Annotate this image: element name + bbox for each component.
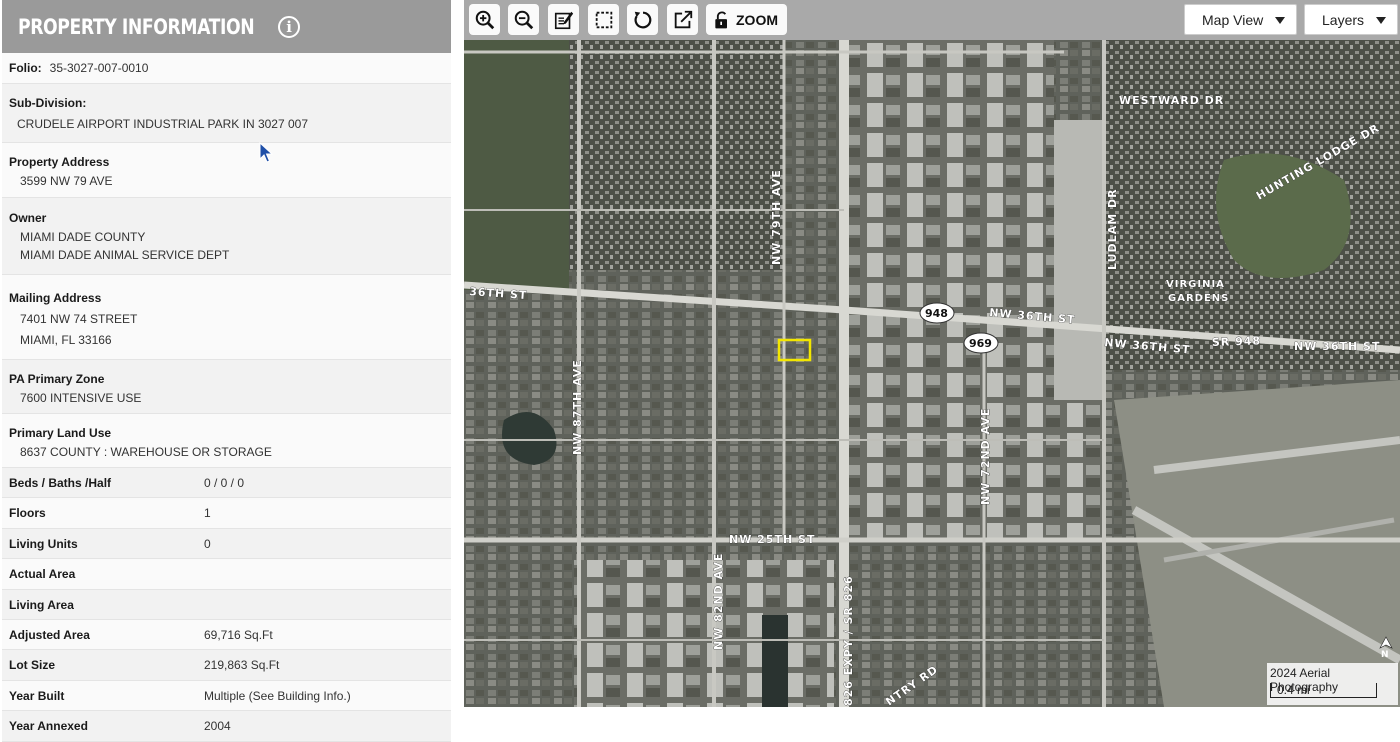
- subdivision-value: CRUDELE AIRPORT INDUSTRIAL PARK IN 3027 …: [17, 117, 308, 131]
- fact-row-lot-size: Lot Size 219,863 Sq.Ft: [2, 650, 451, 681]
- map-view-dropdown[interactable]: Map View: [1184, 4, 1297, 35]
- route-shield-label: 948: [925, 307, 948, 320]
- panel-title: PROPERTY INFORMATION: [18, 14, 255, 39]
- owner-line-2: MIAMI DADE ANIMAL SERVICE DEPT: [20, 248, 230, 262]
- fact-value: 0: [204, 536, 211, 551]
- edit-icon: [554, 11, 573, 29]
- fact-row-living-area: Living Area: [2, 590, 451, 620]
- map-area: ZOOM Map View Layers WESTWARD DR HUNTING…: [464, 0, 1400, 707]
- refresh-button[interactable]: [627, 4, 658, 35]
- street-label: 826 EXPY / SR 826: [842, 575, 855, 706]
- layers-dropdown[interactable]: Layers: [1304, 4, 1398, 35]
- property-address-row: Property Address 3599 NW 79 AVE: [2, 143, 451, 198]
- street-label: GARDENS: [1168, 293, 1229, 304]
- street-label: VIRGINIA: [1166, 279, 1225, 290]
- fact-label: Lot Size: [9, 658, 56, 672]
- fact-value: 69,716 Sq.Ft: [204, 627, 273, 642]
- info-icon[interactable]: i: [278, 15, 301, 38]
- chevron-down-icon: [1376, 17, 1386, 24]
- pa-zone-row: PA Primary Zone 7600 INTENSIVE USE: [2, 360, 451, 414]
- property-address-value: 3599 NW 79 AVE: [20, 174, 113, 188]
- subdivision-label: Sub-Division:: [9, 96, 87, 110]
- zoom-in-icon: [475, 10, 494, 29]
- mailing-line-2: MIAMI, FL 33166: [20, 333, 112, 347]
- aerial-map-svg: WESTWARD DR HUNTING LODGE DR LUDLAM DR N…: [464, 40, 1400, 707]
- mailing-address-label: Mailing Address: [9, 291, 102, 305]
- street-label: LUDLAM DR: [1106, 188, 1119, 270]
- mailing-address-row: Mailing Address 7401 NW 74 STREET MIAMI,…: [2, 275, 451, 360]
- map-view-label: Map View: [1202, 11, 1264, 28]
- zoom-lock-button[interactable]: ZOOM: [706, 4, 787, 35]
- fact-value: 1: [204, 506, 211, 520]
- owner-row: Owner MIAMI DADE COUNTY MIAMI DADE ANIMA…: [2, 198, 451, 275]
- fact-label: Floors: [9, 506, 46, 520]
- zoom-label: ZOOM: [736, 11, 778, 28]
- mouse-cursor-icon: [259, 142, 274, 163]
- fact-label: Living Area: [9, 597, 74, 612]
- fact-row-actual-area: Actual Area: [2, 559, 451, 590]
- street-label: NW 82ND AVE: [712, 553, 725, 650]
- fact-value: 219,863 Sq.Ft: [204, 658, 280, 672]
- select-box-button[interactable]: [588, 4, 619, 35]
- street-label: NW 25TH ST: [729, 533, 815, 546]
- property-info-panel: PROPERTY INFORMATION i Folio: 35-3027-00…: [2, 0, 451, 742]
- chevron-down-icon: [1275, 17, 1285, 24]
- fact-label: Actual Area: [9, 567, 76, 581]
- fact-row-living-units: Living Units 0: [2, 529, 451, 559]
- street-label: NW 36TH ST: [1294, 340, 1380, 353]
- land-use-label: Primary Land Use: [9, 426, 112, 440]
- north-arrow-icon: N: [1379, 636, 1393, 658]
- folio-row: Folio: 35-3027-007-0010: [2, 53, 451, 84]
- fact-label: Living Units: [9, 536, 78, 551]
- fact-row-floors: Floors 1: [2, 498, 451, 529]
- external-link-icon: [674, 10, 692, 28]
- zoom-in-button[interactable]: [469, 4, 500, 35]
- pa-zone-label: PA Primary Zone: [9, 372, 105, 386]
- edit-button[interactable]: [548, 4, 579, 35]
- unlock-icon: [715, 11, 727, 28]
- street-label: NW 79TH AVE: [770, 169, 783, 265]
- owner-line-1: MIAMI DADE COUNTY: [20, 230, 146, 244]
- street-label: NW 87TH AVE: [571, 359, 584, 455]
- owner-label: Owner: [9, 211, 47, 225]
- fact-label: Year Annexed: [9, 719, 88, 733]
- zoom-out-button[interactable]: [508, 4, 539, 35]
- north-label: N: [1381, 650, 1389, 658]
- fact-label: Year Built: [9, 688, 65, 703]
- layers-label: Layers: [1322, 11, 1365, 28]
- land-use-row: Primary Land Use 8637 COUNTY : WAREHOUSE…: [2, 414, 451, 468]
- fact-label: Beds / Baths /Half: [9, 475, 112, 490]
- fact-row-beds: Beds / Baths /Half 0 / 0 / 0: [2, 468, 451, 498]
- zoom-out-icon: [514, 10, 533, 29]
- scale-bar: 0.4 mi: [1270, 683, 1377, 698]
- route-shield-label: 969: [969, 337, 992, 350]
- fact-label: Adjusted Area: [9, 627, 90, 642]
- land-use-value: 8637 COUNTY : WAREHOUSE OR STORAGE: [20, 445, 272, 459]
- property-address-label: Property Address: [9, 155, 110, 169]
- fact-value: 0 / 0 / 0: [204, 475, 245, 490]
- street-label: WESTWARD DR: [1119, 94, 1224, 107]
- fact-row-year-built: Year Built Multiple (See Building Info.): [2, 681, 451, 711]
- street-label: NW 72ND AVE: [979, 408, 992, 505]
- street-label: SR 948: [1212, 334, 1262, 349]
- refresh-icon: [634, 11, 651, 28]
- mailing-line-1: 7401 NW 74 STREET: [20, 312, 138, 326]
- aerial-map[interactable]: WESTWARD DR HUNTING LODGE DR LUDLAM DR N…: [464, 40, 1400, 707]
- folio-value: 35-3027-007-0010: [49, 61, 149, 75]
- fact-value: 2004: [204, 719, 231, 733]
- map-toolbar: ZOOM Map View Layers: [464, 0, 1400, 40]
- subdivision-row: Sub-Division: CRUDELE AIRPORT INDUSTRIAL…: [2, 84, 451, 143]
- folio-label: Folio:: [9, 61, 42, 75]
- pa-zone-value: 7600 INTENSIVE USE: [20, 391, 142, 405]
- map-attribution: 2024 Aerial Photography 0.4 mi: [1267, 663, 1398, 705]
- panel-header: PROPERTY INFORMATION i: [2, 0, 451, 53]
- select-box-icon: [595, 11, 612, 28]
- fact-row-year-annexed: Year Annexed 2004: [2, 711, 451, 742]
- fact-row-adjusted-area: Adjusted Area 69,716 Sq.Ft: [2, 620, 451, 650]
- external-link-button[interactable]: [667, 4, 698, 35]
- fact-value: Multiple (See Building Info.): [204, 688, 351, 703]
